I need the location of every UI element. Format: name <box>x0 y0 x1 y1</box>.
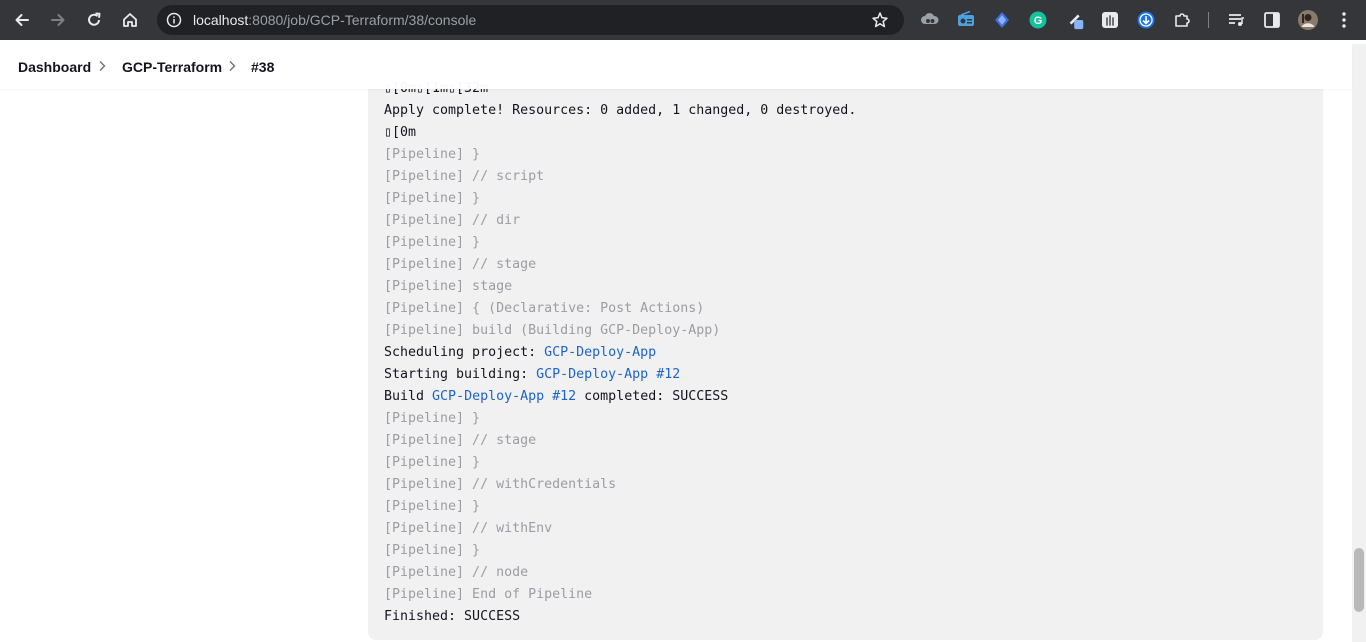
breadcrumb-job[interactable]: GCP-Terraform <box>122 59 222 75</box>
console-line: [Pipeline] // script <box>384 166 856 188</box>
console-line: [Pipeline] } <box>384 144 856 166</box>
pipeline-step-text: [Pipeline] } <box>384 543 481 558</box>
pen-extension-icon[interactable] <box>1066 10 1086 30</box>
grammarly-icon[interactable]: G <box>1028 10 1048 30</box>
pipeline-step-text: [Pipeline] stage <box>384 279 513 294</box>
breadcrumb-build[interactable]: #38 <box>251 59 274 75</box>
media-queue-icon[interactable] <box>1226 10 1246 30</box>
pipeline-step-text: [Pipeline] End of Pipeline <box>384 587 593 602</box>
console-line: [Pipeline] End of Pipeline <box>384 584 856 606</box>
pipeline-step-text: [Pipeline] } <box>384 147 481 162</box>
pipeline-step-text: [Pipeline] // withCredentials <box>384 477 617 492</box>
console-text: Scheduling project: <box>384 345 545 360</box>
reload-icon[interactable] <box>82 8 106 32</box>
pipeline-step-text: [Pipeline] // withEnv <box>384 521 553 536</box>
build-link[interactable]: GCP-Deploy-App #12 <box>432 389 576 404</box>
diamond-extension-icon[interactable] <box>992 10 1012 30</box>
console-line: ▯[0m <box>384 122 856 144</box>
console-line: [Pipeline] } <box>384 232 856 254</box>
bookmark-star-icon[interactable] <box>871 11 889 34</box>
console-line: Build GCP-Deploy-App #12 completed: SUCC… <box>384 386 856 408</box>
pipeline-step-text: [Pipeline] // dir <box>384 213 521 228</box>
download-extension-icon[interactable] <box>1136 10 1156 30</box>
chevron-right-icon <box>227 59 239 73</box>
radio-extension-icon[interactable] <box>956 10 976 30</box>
console-line: [Pipeline] // withCredentials <box>384 474 856 496</box>
console-line: [Pipeline] stage <box>384 276 856 298</box>
console-line: [Pipeline] // stage <box>384 254 856 276</box>
console-output: ▯[0m▯[1m▯[32mApply complete! Resources: … <box>368 44 1323 640</box>
console-line: [Pipeline] { (Declarative: Post Actions) <box>384 298 856 320</box>
puzzle-extensions-icon[interactable] <box>1172 10 1192 30</box>
back-icon[interactable] <box>10 8 34 32</box>
console-text: Starting building: <box>384 367 537 382</box>
pipeline-step-text: [Pipeline] } <box>384 191 481 206</box>
toolbar-divider <box>1208 12 1209 28</box>
pipeline-step-text: [Pipeline] { (Declarative: Post Actions) <box>384 301 705 316</box>
breadcrumb: Dashboard GCP-Terraform #38 <box>0 44 1352 89</box>
console-line: Apply complete! Resources: 0 added, 1 ch… <box>384 100 856 122</box>
breadcrumb-dashboard[interactable]: Dashboard <box>18 59 91 75</box>
hand-extension-icon[interactable] <box>1100 10 1120 30</box>
console-line: [Pipeline] } <box>384 408 856 430</box>
build-link[interactable]: GCP-Deploy-App #12 <box>536 367 680 382</box>
menu-kebab-icon[interactable] <box>1334 10 1354 30</box>
console-text: Build <box>384 389 433 404</box>
console-line: [Pipeline] } <box>384 540 856 562</box>
url-path: :8080/job/GCP-Terraform/38/console <box>248 12 477 28</box>
pipeline-step-text: [Pipeline] } <box>384 235 481 250</box>
console-text: completed: SUCCESS <box>576 389 729 404</box>
console-text: ▯[0m <box>384 125 417 140</box>
console-line: [Pipeline] // stage <box>384 430 856 452</box>
console-line: [Pipeline] } <box>384 452 856 474</box>
side-panel-icon[interactable] <box>1262 10 1282 30</box>
console-line: Starting building: GCP-Deploy-App #12 <box>384 364 856 386</box>
url-host: localhost <box>193 12 249 28</box>
console-line: Finished: SUCCESS <box>384 606 856 628</box>
console-line: [Pipeline] build (Building GCP-Deploy-Ap… <box>384 320 856 342</box>
console-line: [Pipeline] // withEnv <box>384 518 856 540</box>
console-text: Finished: SUCCESS <box>384 609 521 624</box>
url-text: localhost:8080/job/GCP-Terraform/38/cons… <box>193 12 476 28</box>
console-line: Scheduling project: GCP-Deploy-App <box>384 342 856 364</box>
pipeline-step-text: [Pipeline] } <box>384 499 481 514</box>
console-line: [Pipeline] } <box>384 188 856 210</box>
cloud-extension-icon[interactable] <box>920 10 940 30</box>
profile-avatar[interactable] <box>1297 9 1319 31</box>
pipeline-step-text: [Pipeline] build (Building GCP-Deploy-Ap… <box>384 323 721 338</box>
build-link[interactable]: GCP-Deploy-App <box>544 345 656 360</box>
svg-text:G: G <box>1034 15 1043 27</box>
console-line: [Pipeline] } <box>384 496 856 518</box>
pipeline-step-text: [Pipeline] // stage <box>384 433 537 448</box>
address-bar[interactable]: localhost:8080/job/GCP-Terraform/38/cons… <box>157 5 904 35</box>
console-line: [Pipeline] // node <box>384 562 856 584</box>
pipeline-step-text: [Pipeline] // script <box>384 169 545 184</box>
pipeline-step-text: [Pipeline] // stage <box>384 257 537 272</box>
chevron-right-icon <box>97 59 109 73</box>
home-icon[interactable] <box>118 8 142 32</box>
console-line: [Pipeline] // dir <box>384 210 856 232</box>
pipeline-step-text: [Pipeline] // node <box>384 565 529 580</box>
site-info-icon[interactable] <box>166 12 182 33</box>
browser-toolbar: localhost:8080/job/GCP-Terraform/38/cons… <box>0 0 1366 40</box>
console-lines: ▯[0m▯[1m▯[32mApply complete! Resources: … <box>384 78 856 628</box>
scrollbar-thumb[interactable] <box>1354 548 1364 612</box>
pipeline-step-text: [Pipeline] } <box>384 455 481 470</box>
forward-icon[interactable] <box>46 8 70 32</box>
console-text: Apply complete! Resources: 0 added, 1 ch… <box>384 103 857 118</box>
pipeline-step-text: [Pipeline] } <box>384 411 481 426</box>
